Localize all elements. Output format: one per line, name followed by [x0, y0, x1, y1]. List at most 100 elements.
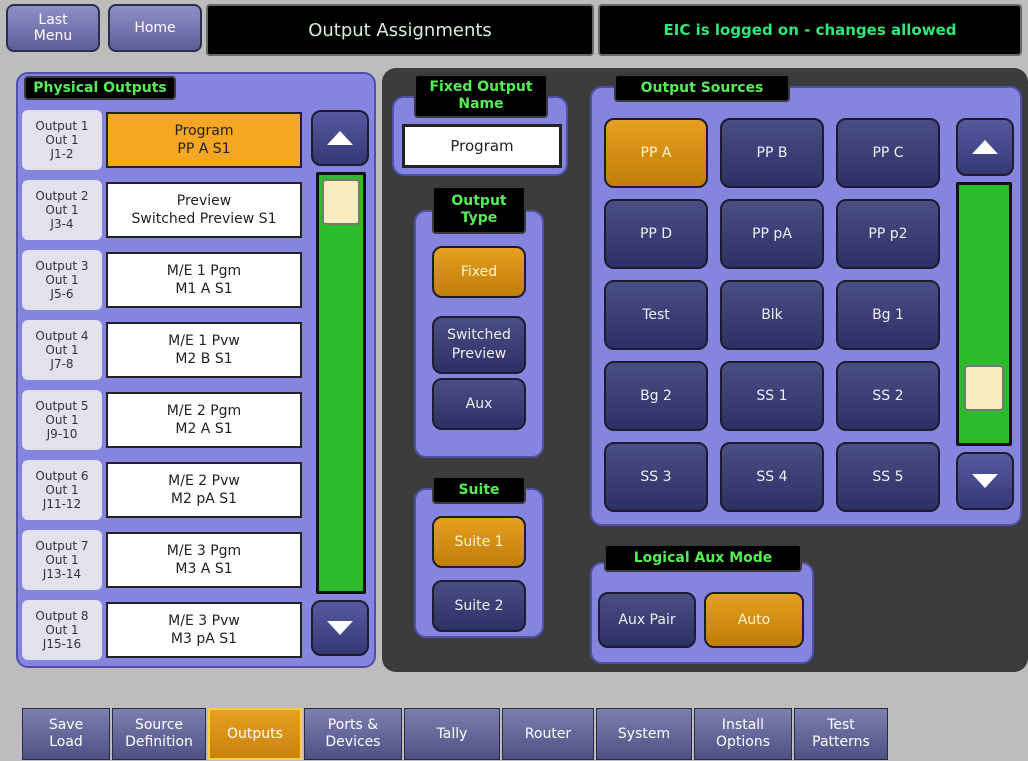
- output-row-label: Output 1 Out 1 J1-2: [22, 110, 102, 170]
- output-source-button[interactable]: PP A: [604, 118, 708, 188]
- output-sources-scrollbar[interactable]: [956, 182, 1012, 446]
- output-source-button[interactable]: PP pA: [720, 199, 824, 269]
- output-label-line: Output 2: [35, 189, 89, 203]
- scrollbar-thumb[interactable]: [964, 365, 1004, 411]
- tab-router[interactable]: Router: [502, 708, 594, 760]
- suite-button-2[interactable]: Suite 2: [432, 580, 526, 632]
- physical-outputs-scrollbar[interactable]: [316, 172, 366, 594]
- output-label-line: Output 5: [35, 399, 89, 413]
- output-source-detail: PP A S1: [177, 141, 231, 157]
- output-label-line: Output 3: [35, 259, 89, 273]
- output-label-line: Out 1: [45, 203, 79, 217]
- status-message: EIC is logged on - changes allowed: [598, 4, 1022, 56]
- output-type-button-aux[interactable]: Aux: [432, 378, 526, 430]
- tab-source-definition[interactable]: Source Definition: [112, 708, 206, 760]
- output-source-detail: M3 pA S1: [170, 631, 238, 647]
- physical-outputs-title: Physical Outputs: [24, 76, 176, 100]
- arrow-down-icon: [327, 621, 353, 635]
- output-row-label: Output 6 Out 1 J11-12: [22, 460, 102, 520]
- output-label-line: Out 1: [45, 623, 79, 637]
- output-source-name: M/E 2 Pvw: [168, 473, 240, 489]
- output-source-name: M/E 2 Pgm: [166, 403, 242, 419]
- output-label-line: J9-10: [46, 427, 78, 441]
- output-source-name: M/E 1 Pvw: [168, 333, 240, 349]
- output-label-line: J11-12: [42, 497, 82, 511]
- logical-aux-mode-title: Logical Aux Mode: [604, 544, 802, 572]
- output-source-detail: M2 A S1: [175, 421, 233, 437]
- output-row-label: Output 4 Out 1 J7-8: [22, 320, 102, 380]
- arrow-up-icon: [327, 131, 353, 145]
- scrollbar-thumb[interactable]: [322, 179, 360, 225]
- output-label-line: J3-4: [50, 217, 74, 231]
- arrow-down-icon: [972, 474, 998, 488]
- output-assignment-cell[interactable]: M/E 3 Pvw M3 pA S1: [106, 602, 302, 658]
- output-row-label: Output 3 Out 1 J5-6: [22, 250, 102, 310]
- output-source-name: M/E 3 Pgm: [166, 543, 242, 559]
- suite-title: Suite: [432, 476, 526, 504]
- output-assignment-cell[interactable]: M/E 2 Pgm M2 A S1: [106, 392, 302, 448]
- output-source-button[interactable]: Test: [604, 280, 708, 350]
- arrow-up-icon: [972, 140, 998, 154]
- physical-outputs-scroll-up-button[interactable]: [311, 110, 369, 166]
- output-label-line: Out 1: [45, 343, 79, 357]
- output-label-line: Out 1: [45, 133, 79, 147]
- output-label-line: J5-6: [50, 287, 74, 301]
- output-row-label: Output 5 Out 1 J9-10: [22, 390, 102, 450]
- output-assignment-cell[interactable]: M/E 3 Pgm M3 A S1: [106, 532, 302, 588]
- tab-tally[interactable]: Tally: [404, 708, 500, 760]
- tab-save-load[interactable]: Save Load: [22, 708, 110, 760]
- output-label-line: Output 8: [35, 609, 89, 623]
- tab-system[interactable]: System: [596, 708, 692, 760]
- output-sources-scroll-up-button[interactable]: [956, 118, 1014, 176]
- output-label-line: J15-16: [42, 637, 82, 651]
- output-assignment-cell[interactable]: Preview Switched Preview S1: [106, 182, 302, 238]
- output-source-name: Program: [174, 123, 234, 139]
- output-source-button[interactable]: SS 5: [836, 442, 940, 512]
- output-source-button[interactable]: SS 4: [720, 442, 824, 512]
- logical-aux-mode-button[interactable]: Aux Pair: [598, 592, 696, 648]
- output-source-detail: M3 A S1: [175, 561, 233, 577]
- output-source-name: Preview: [176, 193, 232, 209]
- output-assignment-cell[interactable]: M/E 1 Pgm M1 A S1: [106, 252, 302, 308]
- output-source-button[interactable]: Blk: [720, 280, 824, 350]
- tab-ports-devices[interactable]: Ports & Devices: [304, 708, 402, 760]
- output-label-line: Output 7: [35, 539, 89, 553]
- output-label-line: Out 1: [45, 553, 79, 567]
- output-source-button[interactable]: SS 1: [720, 361, 824, 431]
- output-source-button[interactable]: SS 3: [604, 442, 708, 512]
- output-source-detail: M2 B S1: [175, 351, 233, 367]
- tab-outputs[interactable]: Outputs: [208, 708, 302, 760]
- output-source-button[interactable]: Bg 2: [604, 361, 708, 431]
- tab-install-options[interactable]: Install Options: [694, 708, 792, 760]
- output-label-line: Output 4: [35, 329, 89, 343]
- last-menu-button[interactable]: Last Menu: [6, 4, 100, 52]
- physical-outputs-scroll-down-button[interactable]: [311, 600, 369, 656]
- output-label-line: Out 1: [45, 413, 79, 427]
- output-sources-title: Output Sources: [614, 74, 790, 102]
- output-source-button[interactable]: PP C: [836, 118, 940, 188]
- output-source-name: M/E 3 Pvw: [168, 613, 240, 629]
- output-type-button-switched-preview[interactable]: Switched Preview: [432, 316, 526, 374]
- output-source-button[interactable]: PP B: [720, 118, 824, 188]
- output-assignment-cell[interactable]: M/E 1 Pvw M2 B S1: [106, 322, 302, 378]
- output-source-button[interactable]: PP D: [604, 199, 708, 269]
- output-type-button-fixed[interactable]: Fixed: [432, 246, 526, 298]
- output-row-label: Output 2 Out 1 J3-4: [22, 180, 102, 240]
- home-button[interactable]: Home: [108, 4, 202, 52]
- output-source-button[interactable]: PP p2: [836, 199, 940, 269]
- tab-test-patterns[interactable]: Test Patterns: [794, 708, 888, 760]
- fixed-output-name-field[interactable]: Program: [402, 124, 562, 168]
- output-source-detail: M1 A S1: [175, 281, 233, 297]
- logical-aux-mode-button[interactable]: Auto: [704, 592, 804, 648]
- output-label-line: Output 6: [35, 469, 89, 483]
- output-source-detail: Switched Preview S1: [131, 211, 277, 227]
- output-assignment-cell[interactable]: Program PP A S1: [106, 112, 302, 168]
- output-label-line: Output 1: [35, 119, 89, 133]
- output-assignment-cell[interactable]: M/E 2 Pvw M2 pA S1: [106, 462, 302, 518]
- output-sources-scroll-down-button[interactable]: [956, 452, 1014, 510]
- output-row-label: Output 8 Out 1 J15-16: [22, 600, 102, 660]
- output-label-line: J1-2: [50, 147, 74, 161]
- suite-button-1[interactable]: Suite 1: [432, 516, 526, 568]
- output-source-button[interactable]: Bg 1: [836, 280, 940, 350]
- output-source-button[interactable]: SS 2: [836, 361, 940, 431]
